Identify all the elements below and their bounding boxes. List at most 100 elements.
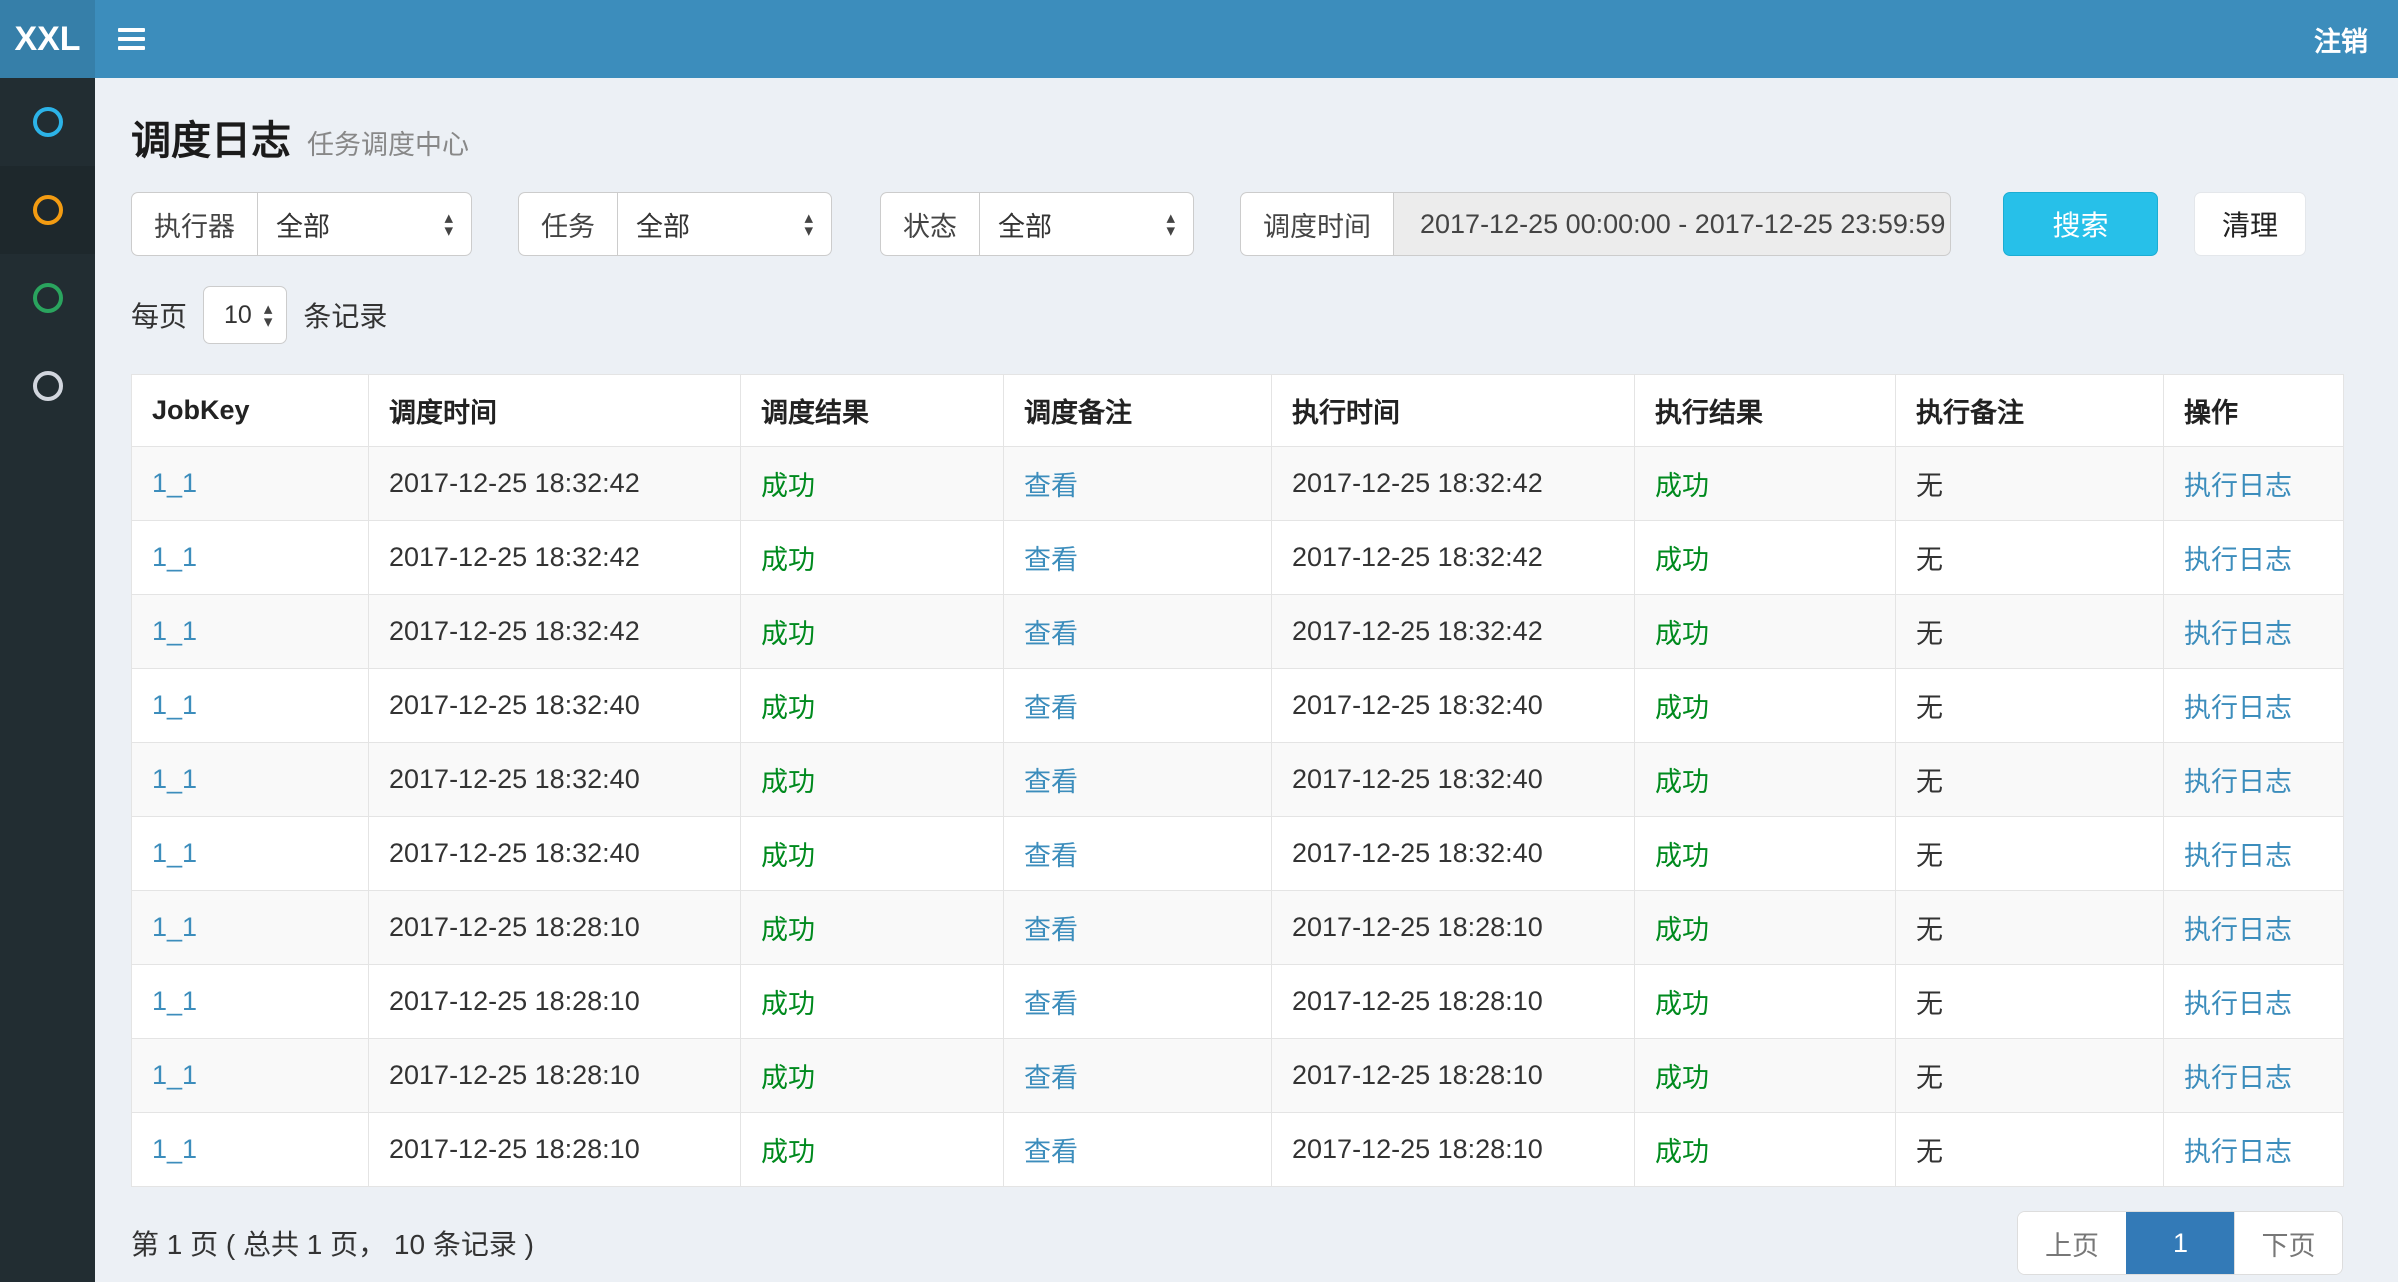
trigger_result-cell: 成功 bbox=[741, 817, 1004, 891]
action-link[interactable]: 执行日志 bbox=[2184, 915, 2292, 945]
sidebar-item-1[interactable] bbox=[0, 78, 95, 166]
trigger_time-cell: 2017-12-25 18:32:42 bbox=[369, 521, 741, 595]
action-link[interactable]: 执行日志 bbox=[2184, 545, 2292, 575]
trigger_msg-link[interactable]: 查看 bbox=[1024, 693, 1078, 723]
action-link[interactable]: 执行日志 bbox=[2184, 767, 2292, 797]
trigger_msg-cell: 查看 bbox=[1004, 1039, 1272, 1113]
trigger_msg-link[interactable]: 查看 bbox=[1024, 1137, 1078, 1167]
sidebar-toggle-button[interactable] bbox=[95, 0, 167, 78]
trigger_time-cell: 2017-12-25 18:32:42 bbox=[369, 447, 741, 521]
handle_result-text: 成功 bbox=[1655, 545, 1709, 575]
main-content: 调度日志 任务调度中心 执行器 全部 ▴▾ 任务 全部 ▴▾ 状态 全部 ▴▾ bbox=[95, 78, 2398, 1282]
action-cell: 执行日志 bbox=[2164, 891, 2344, 965]
column-header-3: 调度结果 bbox=[741, 375, 1004, 447]
job-filter-group: 任务 全部 ▴▾ bbox=[518, 192, 832, 256]
handle_time-text: 2017-12-25 18:32:40 bbox=[1292, 838, 1543, 868]
trigger_msg-cell: 查看 bbox=[1004, 817, 1272, 891]
trigger-time-range-input[interactable]: 2017-12-25 00:00:00 - 2017-12-25 23:59:5… bbox=[1393, 192, 1951, 256]
select-arrows-icon: ▴▾ bbox=[804, 211, 813, 237]
job_key-link[interactable]: 1_1 bbox=[152, 838, 197, 868]
column-header-6: 执行结果 bbox=[1635, 375, 1896, 447]
page-size-value: 10 bbox=[224, 301, 252, 330]
circle-outline-icon bbox=[33, 371, 63, 401]
handle_msg-cell: 无 bbox=[1896, 1039, 2164, 1113]
next-page-button[interactable]: 下页 bbox=[2234, 1212, 2342, 1274]
trigger_msg-cell: 查看 bbox=[1004, 965, 1272, 1039]
column-header-8: 操作 bbox=[2164, 375, 2344, 447]
app-logo[interactable]: XXL bbox=[0, 0, 95, 78]
trigger_time-text: 2017-12-25 18:28:10 bbox=[389, 1134, 640, 1164]
trigger_time-text: 2017-12-25 18:28:10 bbox=[389, 1060, 640, 1090]
trigger_result-text: 成功 bbox=[761, 767, 815, 797]
trigger_time-text: 2017-12-25 18:32:40 bbox=[389, 764, 640, 794]
trigger_msg-link[interactable]: 查看 bbox=[1024, 1063, 1078, 1093]
handle_result-cell: 成功 bbox=[1635, 743, 1896, 817]
trigger_msg-link[interactable]: 查看 bbox=[1024, 471, 1078, 501]
clear-button[interactable]: 清理 bbox=[2194, 192, 2306, 256]
trigger_msg-link[interactable]: 查看 bbox=[1024, 841, 1078, 871]
pagination: 上页 1 下页 bbox=[2017, 1211, 2343, 1275]
sidebar-item-2[interactable] bbox=[0, 166, 95, 254]
job-filter-select[interactable]: 全部 ▴▾ bbox=[617, 192, 832, 256]
action-link[interactable]: 执行日志 bbox=[2184, 471, 2292, 501]
action-link[interactable]: 执行日志 bbox=[2184, 1137, 2292, 1167]
job_key-link[interactable]: 1_1 bbox=[152, 690, 197, 720]
handle_msg-text: 无 bbox=[1916, 989, 1943, 1019]
dispatch-log-table: JobKey调度时间调度结果调度备注执行时间执行结果执行备注操作 1_12017… bbox=[131, 374, 2344, 1187]
action-cell: 执行日志 bbox=[2164, 669, 2344, 743]
trigger_msg-link[interactable]: 查看 bbox=[1024, 619, 1078, 649]
search-button[interactable]: 搜索 bbox=[2003, 192, 2158, 256]
handle_time-cell: 2017-12-25 18:28:10 bbox=[1272, 1039, 1635, 1113]
trigger_msg-cell: 查看 bbox=[1004, 743, 1272, 817]
sidebar-item-4[interactable] bbox=[0, 342, 95, 430]
status-filter-select[interactable]: 全部 ▴▾ bbox=[979, 192, 1194, 256]
column-header-2: 调度时间 bbox=[369, 375, 741, 447]
action-link[interactable]: 执行日志 bbox=[2184, 693, 2292, 723]
job_key-cell: 1_1 bbox=[132, 595, 369, 669]
trigger_msg-link[interactable]: 查看 bbox=[1024, 545, 1078, 575]
page-size-control: 每页 10 ▴▾ 条记录 bbox=[131, 286, 2353, 344]
trigger_result-cell: 成功 bbox=[741, 1039, 1004, 1113]
job_key-link[interactable]: 1_1 bbox=[152, 986, 197, 1016]
job_key-cell: 1_1 bbox=[132, 891, 369, 965]
trigger_result-text: 成功 bbox=[761, 693, 815, 723]
action-link[interactable]: 执行日志 bbox=[2184, 841, 2292, 871]
action-cell: 执行日志 bbox=[2164, 743, 2344, 817]
action-link[interactable]: 执行日志 bbox=[2184, 619, 2292, 649]
table-row: 1_12017-12-25 18:32:42成功查看2017-12-25 18:… bbox=[132, 521, 2344, 595]
table-row: 1_12017-12-25 18:32:40成功查看2017-12-25 18:… bbox=[132, 743, 2344, 817]
table-row: 1_12017-12-25 18:32:42成功查看2017-12-25 18:… bbox=[132, 595, 2344, 669]
trigger_result-cell: 成功 bbox=[741, 743, 1004, 817]
page-size-prefix-label: 每页 bbox=[131, 295, 187, 335]
trigger_result-cell: 成功 bbox=[741, 669, 1004, 743]
trigger_msg-link[interactable]: 查看 bbox=[1024, 915, 1078, 945]
action-link[interactable]: 执行日志 bbox=[2184, 989, 2292, 1019]
page-size-select[interactable]: 10 ▴▾ bbox=[203, 286, 287, 344]
trigger_result-text: 成功 bbox=[761, 619, 815, 649]
job_key-cell: 1_1 bbox=[132, 1039, 369, 1113]
sidebar-item-3[interactable] bbox=[0, 254, 95, 342]
job_key-link[interactable]: 1_1 bbox=[152, 1060, 197, 1090]
trigger_msg-cell: 查看 bbox=[1004, 669, 1272, 743]
job_key-link[interactable]: 1_1 bbox=[152, 616, 197, 646]
handle_result-cell: 成功 bbox=[1635, 891, 1896, 965]
handle_msg-text: 无 bbox=[1916, 545, 1943, 575]
current-page-button[interactable]: 1 bbox=[2126, 1212, 2234, 1274]
handle_result-cell: 成功 bbox=[1635, 669, 1896, 743]
prev-page-button[interactable]: 上页 bbox=[2018, 1212, 2126, 1274]
trigger_msg-link[interactable]: 查看 bbox=[1024, 989, 1078, 1019]
handle_time-text: 2017-12-25 18:28:10 bbox=[1292, 1060, 1543, 1090]
trigger_result-text: 成功 bbox=[761, 471, 815, 501]
trigger_msg-link[interactable]: 查看 bbox=[1024, 767, 1078, 797]
job_key-link[interactable]: 1_1 bbox=[152, 1134, 197, 1164]
job_key-link[interactable]: 1_1 bbox=[152, 912, 197, 942]
job_key-link[interactable]: 1_1 bbox=[152, 764, 197, 794]
select-arrows-icon: ▴▾ bbox=[1166, 211, 1175, 237]
logout-button[interactable]: 注销 bbox=[2284, 0, 2398, 78]
action-link[interactable]: 执行日志 bbox=[2184, 1063, 2292, 1093]
job_key-link[interactable]: 1_1 bbox=[152, 542, 197, 572]
executor-filter-select[interactable]: 全部 ▴▾ bbox=[257, 192, 472, 256]
job_key-cell: 1_1 bbox=[132, 817, 369, 891]
trigger_result-text: 成功 bbox=[761, 841, 815, 871]
job_key-link[interactable]: 1_1 bbox=[152, 468, 197, 498]
